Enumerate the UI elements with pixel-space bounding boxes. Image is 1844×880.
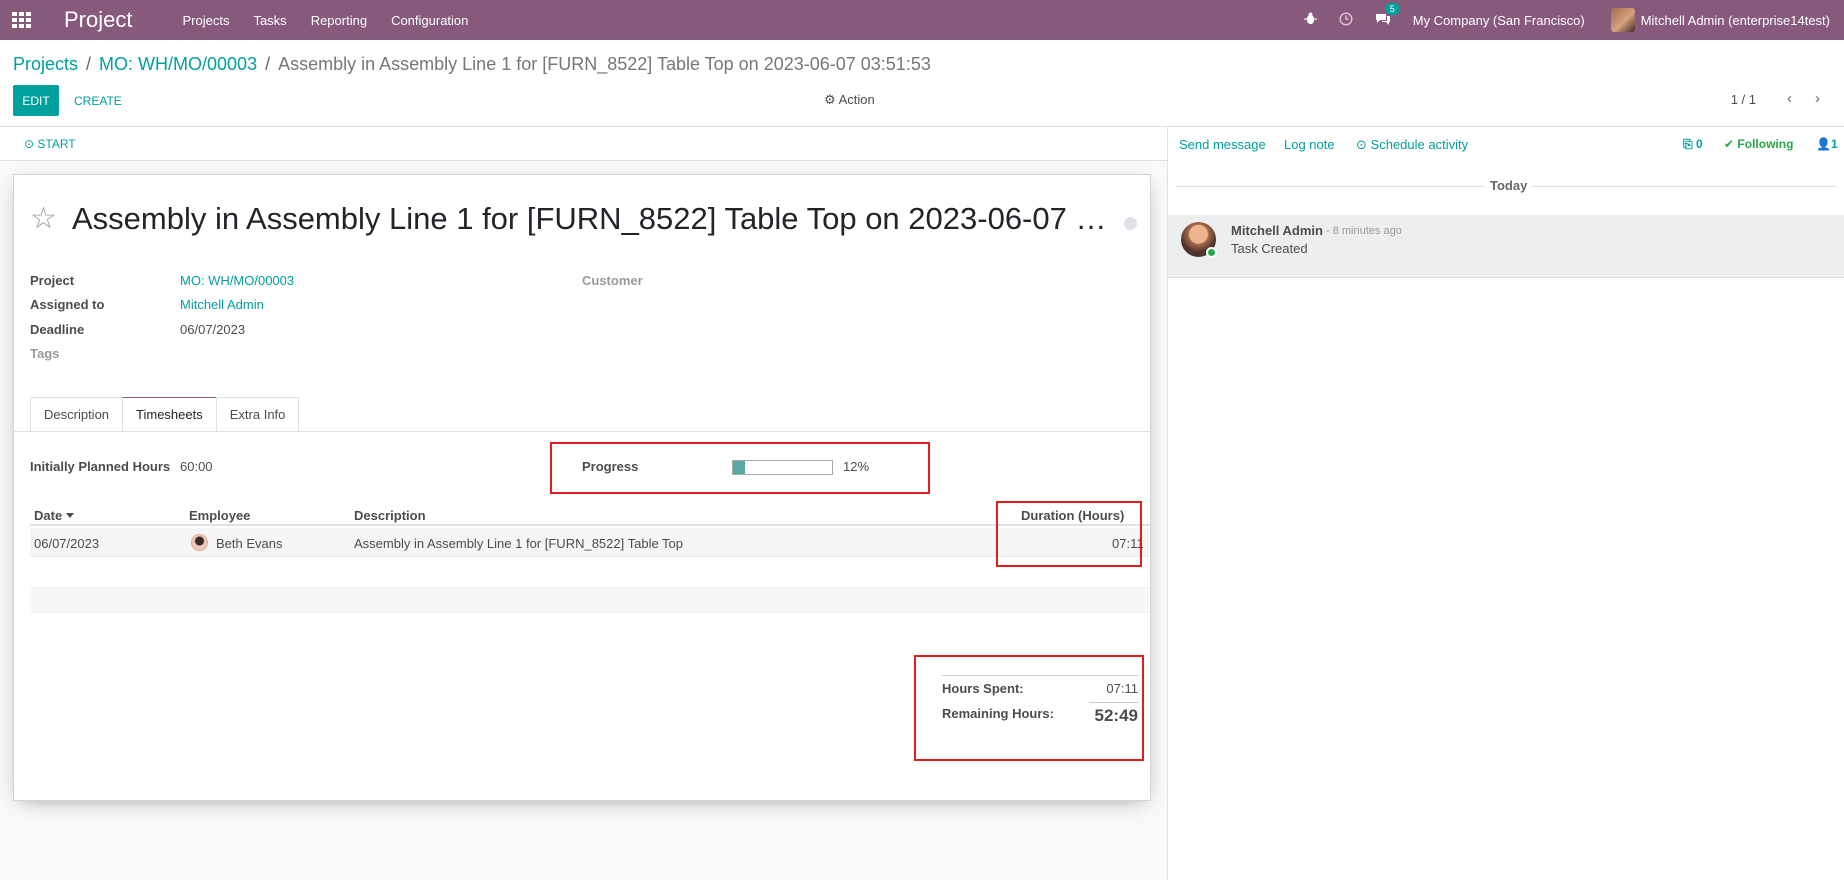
today-label: Today	[1490, 178, 1528, 193]
chatter-message[interactable]: Mitchell Admin - 8 minutes ago Task Crea…	[1168, 215, 1844, 278]
empty-table-row[interactable]	[30, 587, 1150, 613]
attachments-button[interactable]: ⎘ 0	[1683, 137, 1703, 152]
control-panel: Projects / MO: WH/MO/00003 / Assembly in…	[0, 40, 1844, 127]
menu-configuration[interactable]: Configuration	[391, 13, 468, 28]
paperclip-icon: ⎘	[1683, 137, 1693, 151]
chatter-panel: Send message Log note ⊙ Schedule activit…	[1167, 127, 1844, 880]
tab-timesheets[interactable]: Timesheets	[122, 397, 217, 432]
breadcrumb-current: Assembly in Assembly Line 1 for [FURN_85…	[278, 54, 931, 74]
menu-projects[interactable]: Projects	[182, 13, 229, 28]
breadcrumb-separator: /	[86, 54, 92, 74]
deadline-label: Deadline	[30, 322, 85, 337]
row-description: Assembly in Assembly Line 1 for [FURN_85…	[354, 536, 684, 551]
app-name[interactable]: Project	[64, 7, 132, 33]
online-status-icon	[1206, 247, 1217, 258]
send-message-button[interactable]: Send message	[1179, 137, 1266, 152]
table-row[interactable]: 06/07/2023 Beth Evans Assembly in Assemb…	[30, 528, 1150, 557]
schedule-activity-button[interactable]: ⊙ Schedule activity	[1356, 137, 1468, 153]
followers-button[interactable]: 👤1	[1816, 137, 1838, 151]
customer-label: Customer	[582, 273, 643, 288]
timesheet-table-header: Date Employee Description Duration (Hour…	[30, 500, 1150, 526]
chevron-left-icon[interactable]: ‹	[1787, 90, 1792, 107]
employee-avatar	[191, 534, 208, 551]
user-avatar[interactable]	[1610, 8, 1635, 32]
bug-icon[interactable]	[1303, 12, 1317, 28]
message-date: - 8 minutes ago	[1326, 225, 1402, 237]
user-menu[interactable]: Mitchell Admin (enterprise14test)	[1641, 13, 1830, 28]
chevron-right-icon[interactable]: ›	[1815, 90, 1820, 107]
assigned-to-label: Assigned to	[30, 297, 105, 312]
clock-icon: ⊙	[1356, 137, 1367, 152]
check-icon: ✔	[1724, 137, 1735, 151]
star-icon[interactable]: ☆	[30, 201, 57, 236]
messaging-icon[interactable]: 5	[1375, 2, 1400, 29]
following-button[interactable]: ✔ Following	[1724, 137, 1793, 151]
main-menu: Projects Tasks Reporting Configuration	[182, 13, 492, 28]
date-separator: Today	[1168, 178, 1844, 194]
totals-divider	[942, 675, 1138, 676]
duration-highlight-box	[996, 501, 1142, 567]
column-description[interactable]: Description	[354, 508, 426, 523]
menu-reporting[interactable]: Reporting	[311, 13, 367, 28]
log-note-button[interactable]: Log note	[1284, 137, 1335, 152]
form-statusbar: ⊙ START	[0, 127, 1167, 161]
start-timer-button[interactable]: ⊙ START	[24, 137, 76, 151]
edit-button[interactable]: EDIT	[13, 85, 59, 116]
action-dropdown[interactable]: ⚙ Action	[824, 92, 875, 108]
chatter-topbar: Send message Log note ⊙ Schedule activit…	[1168, 127, 1844, 161]
project-field[interactable]: MO: WH/MO/00003	[180, 273, 294, 288]
planned-hours-label: Initially Planned Hours	[30, 459, 171, 474]
pager-value[interactable]: 1 / 1	[1731, 92, 1756, 107]
progress-bar-fill	[733, 461, 745, 474]
project-label: Project	[30, 273, 75, 288]
hours-spent-label: Hours Spent:	[942, 681, 1024, 696]
message-author[interactable]: Mitchell Admin	[1231, 223, 1323, 238]
user-icon: 👤	[1816, 137, 1831, 151]
task-title[interactable]: Assembly in Assembly Line 1 for [FURN_85…	[72, 201, 1116, 237]
breadcrumb-separator: /	[265, 54, 271, 74]
gear-icon: ⚙	[824, 92, 836, 107]
progress-value: 12%	[843, 459, 870, 474]
totals-divider	[1089, 702, 1138, 703]
action-label: Action	[838, 92, 875, 107]
form-sheet: ☆ Assembly in Assembly Line 1 for [FURN_…	[13, 174, 1151, 801]
progress-bar	[732, 460, 833, 475]
company-switcher[interactable]: My Company (San Francisco)	[1413, 13, 1585, 28]
sort-descending-icon	[66, 513, 75, 518]
tab-description[interactable]: Description	[30, 397, 124, 431]
menu-tasks[interactable]: Tasks	[253, 13, 286, 28]
breadcrumb-projects[interactable]: Projects	[13, 54, 78, 75]
assigned-to-field[interactable]: Mitchell Admin	[180, 297, 264, 312]
column-date[interactable]: Date	[34, 508, 75, 523]
notebook-tabs: Description Timesheets Extra Info	[30, 397, 300, 432]
hours-spent-value: 07:11	[1106, 681, 1138, 696]
progress-label: Progress	[582, 459, 639, 474]
column-employee[interactable]: Employee	[189, 508, 250, 523]
message-count-badge: 5	[1384, 2, 1400, 15]
activity-clock-icon[interactable]	[1339, 11, 1353, 29]
apps-menu-icon[interactable]	[12, 12, 32, 28]
tab-extra-info[interactable]: Extra Info	[215, 397, 300, 431]
tags-label: Tags	[30, 346, 60, 361]
planned-hours-field[interactable]: 60:00	[180, 459, 213, 474]
tab-divider	[14, 431, 1150, 432]
message-body: Task Created	[1231, 241, 1308, 256]
start-label: START	[37, 137, 76, 151]
row-date: 06/07/2023	[34, 536, 100, 551]
remaining-hours-label: Remaining Hours:	[942, 706, 1054, 721]
deadline-field[interactable]: 06/07/2023	[180, 322, 245, 337]
top-navbar: Project Projects Tasks Reporting Configu…	[0, 0, 1844, 40]
breadcrumb-project-mo[interactable]: MO: WH/MO/00003	[99, 54, 257, 75]
row-employee: Beth Evans	[216, 536, 283, 551]
kanban-state-icon[interactable]	[1124, 217, 1137, 230]
clock-icon: ⊙	[24, 137, 35, 151]
create-button[interactable]: CREATE	[67, 85, 129, 116]
remaining-hours-value: 52:49	[1094, 706, 1138, 725]
breadcrumb: Projects / MO: WH/MO/00003 / Assembly in…	[13, 54, 931, 75]
